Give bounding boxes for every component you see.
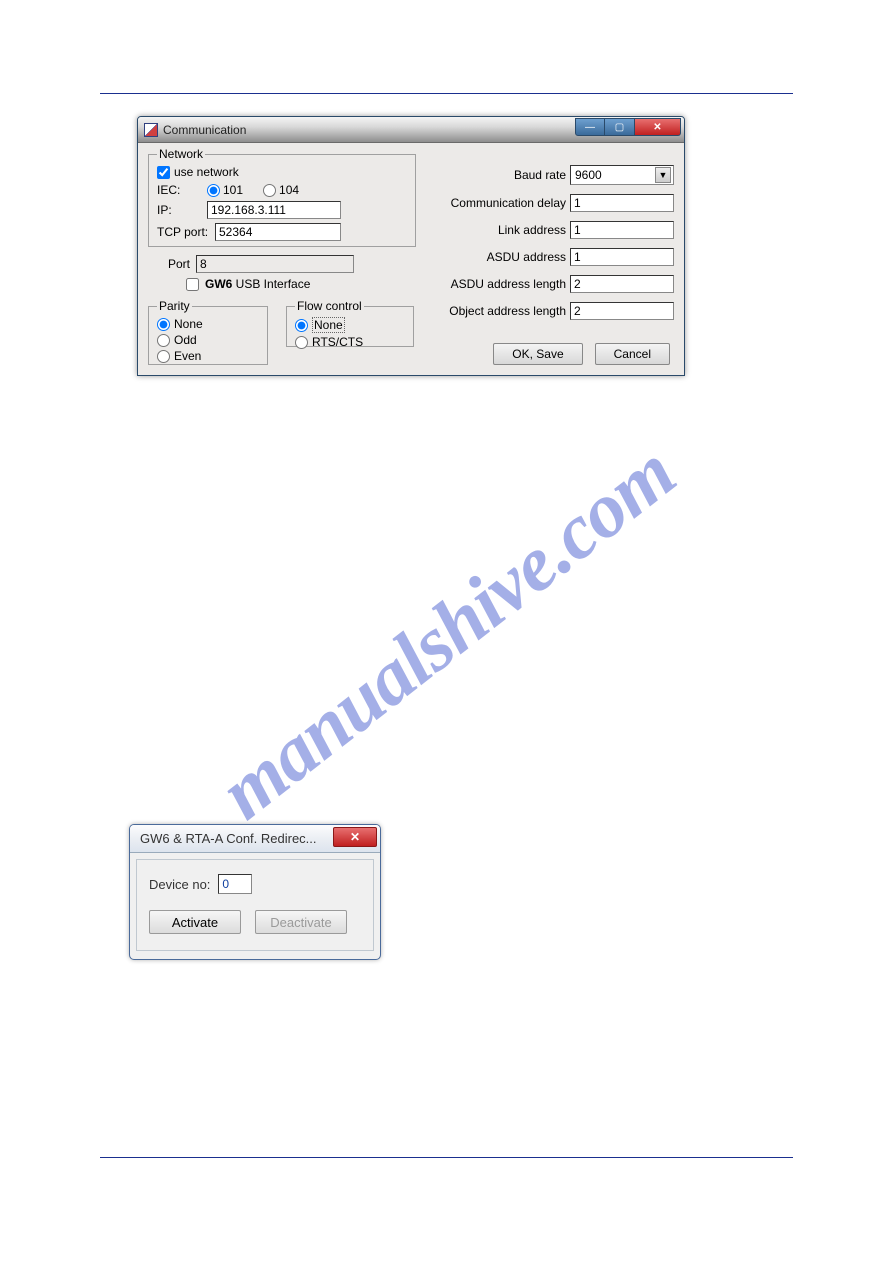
iec-101-label: 101	[223, 183, 243, 197]
right-column: Baud rate 9600 ▼ Communication delay Lin…	[434, 165, 674, 329]
port-label: Port	[168, 257, 190, 271]
device-no-label: Device no:	[149, 877, 210, 892]
client-area: Network use network IEC: 101 104 IP: TCP…	[138, 143, 684, 375]
tcp-port-input[interactable]	[215, 223, 341, 241]
parity-odd-radio[interactable]	[157, 334, 170, 347]
iec-101-radio[interactable]	[207, 184, 220, 197]
close-icon: ✕	[653, 122, 661, 133]
flow-rtscts-label: RTS/CTS	[312, 335, 363, 349]
link-address-input[interactable]	[570, 221, 674, 239]
minimize-button[interactable]: ―	[575, 118, 605, 136]
deactivate-button: Deactivate	[255, 910, 347, 934]
asdu-address-label: ASDU address	[487, 250, 566, 264]
parity-none-label: None	[174, 317, 203, 331]
flow-none-label: None	[312, 317, 345, 333]
iec-104-label: 104	[279, 183, 299, 197]
gw6-usb-label: GW6 USB Interface	[205, 277, 310, 291]
watermark-text: manualshive.com	[202, 427, 691, 837]
object-length-input[interactable]	[570, 302, 674, 320]
close-icon: ✕	[350, 830, 360, 844]
app-icon	[144, 123, 158, 137]
window-title: Communication	[163, 123, 246, 137]
baud-rate-value: 9600	[575, 168, 602, 182]
window-title: GW6 & RTA-A Conf. Redirec...	[140, 831, 317, 846]
comm-delay-label: Communication delay	[451, 196, 566, 210]
use-network-label: use network	[174, 165, 239, 179]
port-input	[196, 255, 354, 273]
network-legend: Network	[157, 147, 205, 161]
tcp-port-label: TCP port:	[157, 225, 209, 239]
ok-save-button[interactable]: OK, Save	[493, 343, 582, 365]
parity-legend: Parity	[157, 299, 192, 313]
asdu-length-label: ASDU address length	[451, 277, 566, 291]
cancel-button[interactable]: Cancel	[595, 343, 670, 365]
flow-control-groupbox: Flow control None RTS/CTS	[286, 299, 414, 347]
parity-even-radio[interactable]	[157, 350, 170, 363]
parity-odd-label: Odd	[174, 333, 197, 347]
parity-none-radio[interactable]	[157, 318, 170, 331]
network-groupbox: Network use network IEC: 101 104 IP: TCP…	[148, 147, 416, 247]
iec-104-radio[interactable]	[263, 184, 276, 197]
minimize-icon: ―	[585, 122, 595, 133]
parity-even-label: Even	[174, 349, 201, 363]
device-no-input[interactable]	[218, 874, 252, 894]
asdu-address-input[interactable]	[570, 248, 674, 266]
use-network-checkbox[interactable]	[157, 166, 170, 179]
maximize-icon: ▢	[615, 122, 624, 133]
baud-rate-select[interactable]: 9600 ▼	[570, 165, 674, 185]
titlebar[interactable]: Communication ― ▢ ✕	[138, 117, 684, 143]
dropdown-icon: ▼	[655, 167, 671, 183]
gw6-usb-checkbox[interactable]	[186, 278, 199, 291]
titlebar[interactable]: GW6 & RTA-A Conf. Redirec... ✕	[130, 825, 380, 853]
comm-delay-input[interactable]	[570, 194, 674, 212]
link-address-label: Link address	[498, 223, 566, 237]
flow-rtscts-radio[interactable]	[295, 336, 308, 349]
client-area: Device no: Activate Deactivate	[136, 859, 374, 951]
communication-window: Communication ― ▢ ✕ Network use network …	[137, 116, 685, 376]
parity-groupbox: Parity None Odd Even	[148, 299, 268, 365]
ip-label: IP:	[157, 203, 201, 217]
maximize-button[interactable]: ▢	[605, 118, 635, 136]
baud-rate-label: Baud rate	[514, 168, 566, 182]
activate-button[interactable]: Activate	[149, 910, 241, 934]
object-length-label: Object address length	[449, 304, 566, 318]
close-button[interactable]: ✕	[333, 827, 377, 847]
ip-input[interactable]	[207, 201, 341, 219]
separator-top	[100, 93, 793, 94]
window-buttons: ― ▢ ✕	[575, 118, 681, 136]
asdu-length-input[interactable]	[570, 275, 674, 293]
flow-legend: Flow control	[295, 299, 364, 313]
redirect-window: GW6 & RTA-A Conf. Redirec... ✕ Device no…	[129, 824, 381, 960]
iec-label: IEC:	[157, 183, 201, 197]
flow-none-radio[interactable]	[295, 319, 308, 332]
close-button[interactable]: ✕	[635, 118, 681, 136]
separator-bottom	[100, 1157, 793, 1158]
